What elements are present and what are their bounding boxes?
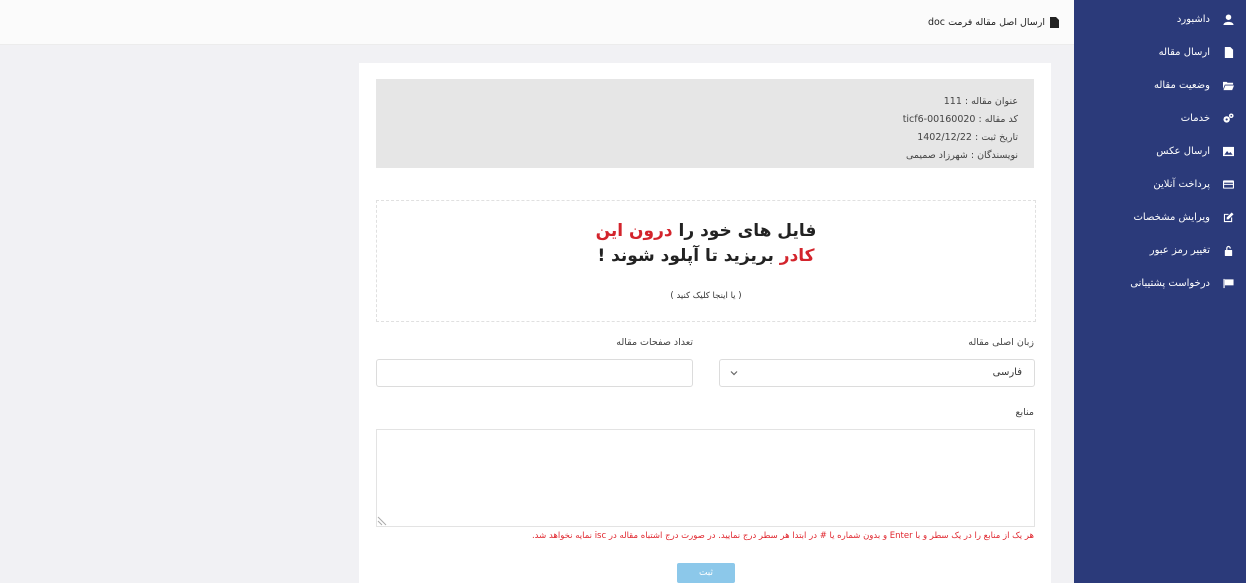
dropzone-highlight: کادر (779, 246, 815, 266)
language-select-value: فارسی (992, 367, 1022, 378)
lock-icon (1222, 244, 1234, 256)
credit-card-icon (1222, 178, 1234, 190)
image-icon (1222, 145, 1234, 157)
dropzone-highlight: درون این (595, 221, 673, 241)
sidebar-item-label: ویرایش مشخصات (1133, 211, 1210, 223)
page-title-text: ارسال اصل مقاله فرمت doc (927, 17, 1045, 28)
sidebar-item-change-password[interactable]: تغییر رمز عبور (1074, 237, 1246, 263)
dropzone-hint[interactable]: ( یا اینجا کلیک کنید ) (377, 291, 1035, 301)
sidebar-item-online-payment[interactable]: پرداخت آنلاین (1074, 171, 1246, 197)
sources-textarea[interactable] (376, 429, 1035, 527)
sidebar-item-label: پرداخت آنلاین (1153, 178, 1210, 190)
user-icon (1222, 13, 1234, 25)
file-icon (1222, 46, 1234, 58)
sidebar-item-submit-article[interactable]: ارسال مقاله (1074, 39, 1246, 65)
chevron-down-icon (730, 371, 738, 376)
edit-icon (1222, 211, 1234, 223)
dropzone-title: فایل های خود را درون این کادر بریزید تا … (377, 219, 1035, 269)
article-title-line: عنوان مقاله : 111 (943, 96, 1018, 107)
article-info-box: عنوان مقاله : 111 کد مقاله : ticf6-00160… (376, 79, 1034, 168)
sidebar-item-label: خدمات (1180, 112, 1210, 124)
pages-count-input[interactable] (376, 359, 693, 387)
language-label: زبان اصلی مقاله (968, 337, 1034, 348)
sidebar-item-label: ارسال عکس (1156, 145, 1210, 157)
sidebar-item-edit-profile[interactable]: ویرایش مشخصات (1074, 204, 1246, 230)
sidebar-item-label: داشبورد (1176, 13, 1210, 25)
sidebar-item-support-request[interactable]: درخواست پشتیبانی (1074, 270, 1246, 296)
sources-label: منابع (1015, 407, 1034, 418)
sidebar-item-dashboard[interactable]: داشبورد (1074, 6, 1246, 32)
document-icon (1050, 17, 1059, 28)
sidebar-item-article-status[interactable]: وضعیت مقاله (1074, 72, 1246, 98)
page-title: ارسال اصل مقاله فرمت doc (928, 17, 1059, 28)
cogs-icon (1222, 112, 1234, 124)
sidebar-item-label: تغییر رمز عبور (1149, 244, 1210, 256)
article-date-line: تاریخ ثبت : 1402/12/22 (917, 132, 1018, 143)
sidebar-item-submit-photo[interactable]: ارسال عکس (1074, 138, 1246, 164)
submit-button[interactable]: ثبت (677, 563, 735, 583)
language-select[interactable]: فارسی (719, 359, 1035, 387)
sidebar-item-label: وضعیت مقاله (1153, 79, 1210, 91)
sidebar-item-services[interactable]: خدمات (1074, 105, 1246, 131)
article-code-line: کد مقاله : ticf6-00160020 (902, 114, 1018, 125)
folder-open-icon (1222, 79, 1234, 91)
dropzone-text: فایل های خود را (672, 221, 817, 241)
file-dropzone[interactable]: فایل های خود را درون این کادر بریزید تا … (376, 200, 1036, 322)
flag-icon (1222, 277, 1234, 289)
sidebar-item-label: درخواست پشتیبانی (1130, 277, 1210, 289)
article-authors-line: نویسندگان : شهرزاد صمیمی (905, 150, 1018, 161)
sources-warning: هر یک از منابع را در یک سطر و با Enter و… (531, 531, 1034, 541)
pages-label: تعداد صفحات مقاله (616, 337, 693, 348)
top-bar: ارسال اصل مقاله فرمت doc (0, 0, 1074, 45)
dropzone-text: بریزید تا آپلود شوند ! (597, 246, 780, 266)
sidebar: داشبورد ارسال مقاله وضعیت مقاله خدمات ار… (1074, 0, 1246, 583)
resize-handle-icon[interactable] (377, 516, 387, 526)
submission-card: عنوان مقاله : 111 کد مقاله : ticf6-00160… (359, 63, 1051, 583)
sidebar-item-label: ارسال مقاله (1158, 46, 1210, 58)
